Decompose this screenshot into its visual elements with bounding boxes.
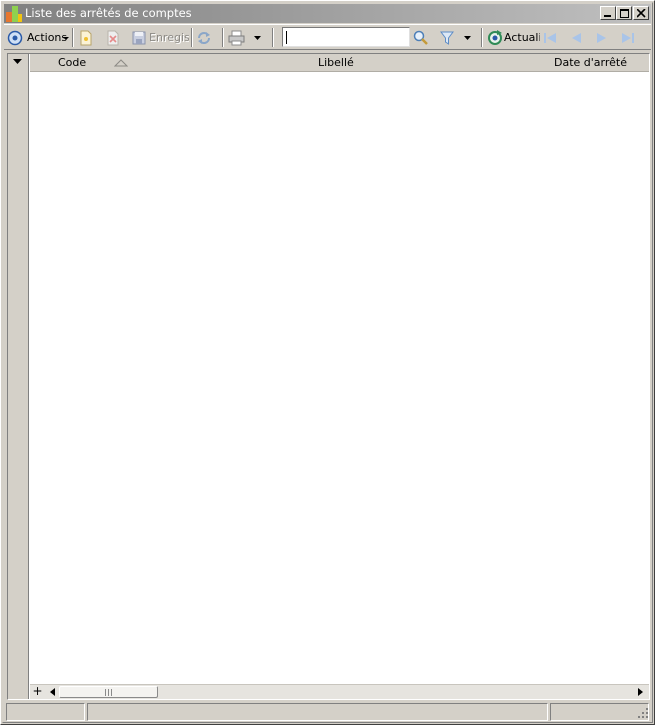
toolbar-separator bbox=[481, 28, 483, 47]
print-dropdown-button[interactable] bbox=[254, 27, 264, 48]
new-button[interactable] bbox=[79, 27, 97, 48]
app-icon bbox=[6, 6, 22, 22]
grip-icon bbox=[105, 689, 112, 696]
search-input[interactable] bbox=[282, 27, 410, 47]
status-bar bbox=[4, 703, 651, 721]
actions-gear-icon bbox=[7, 30, 23, 45]
first-record-button[interactable] bbox=[542, 27, 560, 48]
main-window: Liste des arrêtés de comptes Actions Enr… bbox=[0, 0, 655, 725]
maximize-icon bbox=[620, 9, 629, 18]
sync-button[interactable] bbox=[196, 27, 216, 48]
delete-icon bbox=[107, 30, 119, 45]
filter-button[interactable] bbox=[440, 27, 458, 48]
refresh-label: Actualis bbox=[504, 31, 540, 44]
actions-label: Actions bbox=[26, 31, 68, 44]
printer-icon bbox=[228, 30, 245, 45]
text-caret bbox=[286, 31, 287, 44]
funnel-icon bbox=[440, 31, 454, 45]
row-selector-column bbox=[8, 54, 29, 699]
search-button[interactable] bbox=[413, 27, 431, 48]
maximize-button[interactable] bbox=[616, 6, 632, 20]
minimize-icon bbox=[604, 15, 611, 17]
save-button[interactable]: Enregist bbox=[132, 27, 190, 48]
last-record-icon bbox=[622, 32, 634, 43]
column-chooser-icon[interactable] bbox=[13, 59, 22, 64]
close-button[interactable] bbox=[633, 6, 649, 20]
status-pane bbox=[87, 703, 548, 721]
status-pane bbox=[550, 703, 649, 721]
chevron-down-icon bbox=[254, 35, 261, 40]
toolbar: Actions Enregist bbox=[4, 24, 651, 50]
new-document-icon bbox=[80, 30, 92, 45]
save-icon bbox=[132, 31, 146, 45]
next-record-icon bbox=[597, 32, 606, 43]
toolbar-separator bbox=[272, 28, 274, 47]
refresh-icon bbox=[488, 29, 502, 45]
save-label: Enregist bbox=[149, 31, 189, 44]
column-header-libelle[interactable]: Libellé bbox=[318, 56, 354, 69]
status-pane bbox=[6, 703, 85, 721]
sync-icon bbox=[198, 31, 210, 44]
close-icon bbox=[637, 9, 646, 18]
chevron-down-icon bbox=[464, 35, 471, 40]
sort-ascending-icon bbox=[114, 59, 128, 67]
column-header-date-arrete[interactable]: Date d'arrêté bbox=[554, 56, 627, 69]
scroll-thumb[interactable] bbox=[59, 686, 158, 698]
delete-button[interactable] bbox=[106, 27, 124, 48]
last-record-button[interactable] bbox=[620, 27, 638, 48]
previous-record-icon bbox=[572, 32, 581, 43]
filter-dropdown-button[interactable] bbox=[464, 27, 474, 48]
scroll-left-icon[interactable] bbox=[46, 686, 59, 698]
window-title: Liste des arrêtés de comptes bbox=[25, 6, 192, 20]
data-grid[interactable]: Code Libellé Date d'arrêté + bbox=[7, 53, 650, 700]
toolbar-separator bbox=[191, 28, 193, 47]
magnifier-icon bbox=[413, 30, 428, 45]
add-row-button[interactable]: + bbox=[30, 685, 45, 699]
toolbar-separator bbox=[72, 28, 74, 47]
grid-header: Code Libellé Date d'arrêté bbox=[30, 54, 649, 72]
minimize-button[interactable] bbox=[600, 6, 616, 20]
next-record-button[interactable] bbox=[594, 27, 612, 48]
toolbar-separator bbox=[222, 28, 224, 47]
resize-grip-icon[interactable] bbox=[637, 707, 649, 719]
horizontal-scrollbar[interactable]: + bbox=[30, 684, 649, 699]
scroll-right-icon[interactable] bbox=[634, 686, 647, 698]
refresh-button[interactable]: Actualis bbox=[487, 27, 541, 48]
previous-record-button[interactable] bbox=[568, 27, 586, 48]
column-header-code[interactable]: Code bbox=[58, 56, 86, 69]
chevron-down-icon bbox=[63, 36, 69, 40]
actions-button[interactable]: Actions bbox=[7, 27, 69, 48]
print-button[interactable] bbox=[228, 27, 248, 48]
first-record-icon bbox=[544, 32, 556, 43]
title-bar[interactable]: Liste des arrêtés de comptes bbox=[4, 4, 651, 23]
